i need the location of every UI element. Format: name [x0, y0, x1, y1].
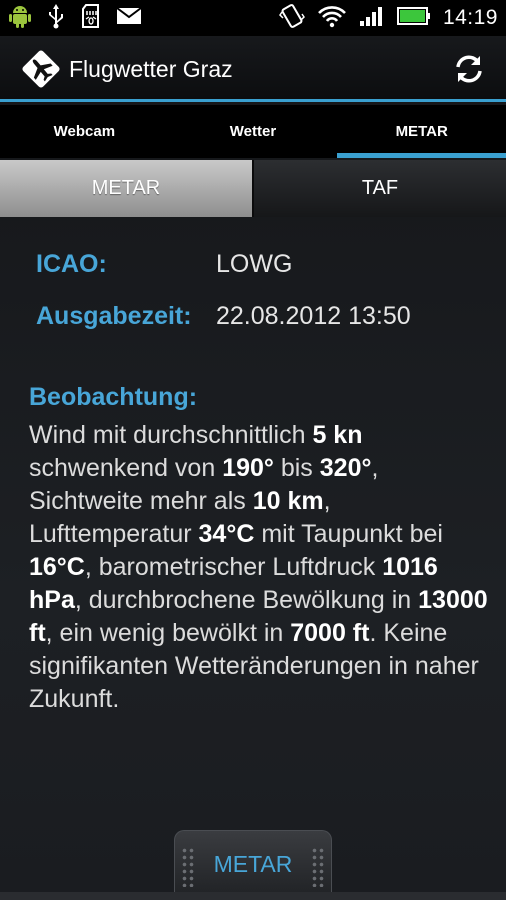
clock: 14:19 [442, 6, 498, 29]
observation-value: 16°C [29, 553, 85, 581]
tab-wetter[interactable]: Wetter [169, 105, 338, 158]
app-title: Flugwetter Graz [69, 56, 233, 82]
action-bar: Flugwetter Graz [0, 36, 506, 102]
airplane-icon[interactable] [20, 48, 62, 90]
observation-value: 10 km [252, 487, 324, 515]
issue-time-value: 22.08.2012 13:50 [216, 302, 411, 330]
segment-control: METAR TAF [0, 160, 506, 217]
wifi-icon [317, 4, 347, 32]
icao-row: ICAO: LOWG [36, 250, 292, 279]
observation-value: 320° [319, 454, 372, 482]
observation-fragment: mit Taupunkt bei [254, 520, 443, 548]
refresh-icon[interactable] [452, 52, 486, 86]
signal-icon [359, 5, 385, 31]
observation-fragment: bis [273, 454, 320, 482]
observation-label: Beobachtung: [29, 383, 198, 411]
tab-metar[interactable]: METAR [337, 105, 506, 158]
vibrate-icon [278, 3, 305, 33]
drawer-handle[interactable]: METAR [174, 830, 332, 900]
observation-fragment: schwenkend von [29, 454, 223, 482]
status-bar-right: 14:19 [278, 3, 498, 33]
observation-fragment: , ein wenig bewölkt in [45, 619, 291, 647]
observation-fragment: Wind mit durchschnittlich [29, 421, 313, 449]
sd-card-icon [80, 3, 102, 33]
android-debug-icon [8, 3, 32, 33]
mail-icon [116, 6, 142, 30]
status-bar: 14:19 [0, 0, 506, 36]
observation-value: 34°C [198, 520, 255, 548]
status-bar-left [8, 4, 142, 32]
usb-icon [46, 3, 66, 33]
bottom-bar [0, 892, 506, 900]
battery-icon [396, 6, 431, 30]
icao-label: ICAO: [36, 250, 107, 278]
icao-value: LOWG [216, 250, 293, 278]
issue-time-label: Ausgabezeit: [36, 302, 192, 330]
tab-bar: Webcam Wetter METAR [0, 105, 506, 158]
segment-metar[interactable]: METAR [0, 160, 252, 217]
drawer-handle-label: METAR [213, 851, 293, 877]
observation-value: 5 kn [312, 421, 363, 449]
segment-taf[interactable]: TAF [252, 160, 506, 217]
observation-value: 7000 ft [290, 619, 370, 647]
issue-time-row: Ausgabezeit: 22.08.2012 13:50 [36, 302, 411, 331]
observation-fragment: , durchbrochene Bewölkung in [74, 586, 419, 614]
screen: 14:19 Flugwetter Graz Webcam Wetter META… [0, 0, 506, 900]
observation-fragment: , barometrischer Luftdruck [84, 553, 383, 581]
tab-webcam[interactable]: Webcam [0, 105, 169, 158]
observation-text: Wind mit durchschnittlich 5 kn schwenken… [29, 419, 489, 716]
observation-value: 190° [222, 454, 274, 482]
